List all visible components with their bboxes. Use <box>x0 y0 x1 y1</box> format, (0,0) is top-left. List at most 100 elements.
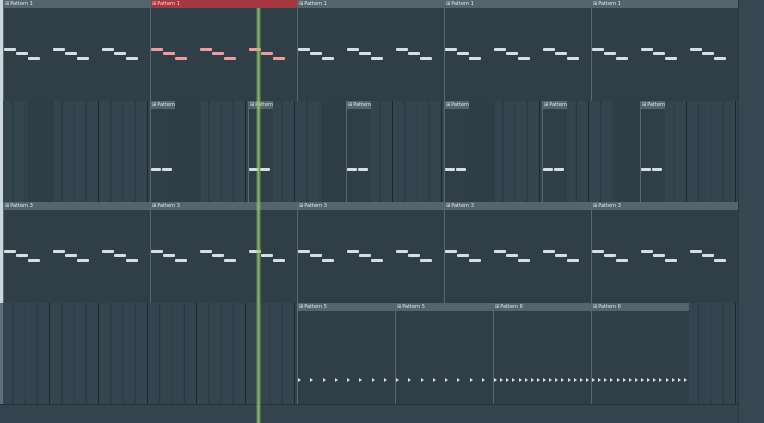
note <box>28 57 40 60</box>
clip-notes <box>396 311 493 404</box>
pattern-icon: ⊞ <box>5 203 10 209</box>
clip-title-bar[interactable]: ⊞Pattern 1 <box>151 0 297 8</box>
pattern-clip[interactable]: ⊞Pattern 2 <box>444 101 469 202</box>
step-marker <box>598 378 601 382</box>
note <box>592 48 604 51</box>
clip-title: Pattern 1 <box>598 1 621 7</box>
note <box>151 250 163 253</box>
clip-notes <box>445 109 469 202</box>
pattern-clip[interactable]: ⊞Pattern 6 <box>493 303 591 404</box>
clip-title-bar[interactable]: ⊞Pattern 5 <box>396 303 493 311</box>
pattern-clip[interactable]: ⊞Pattern 3 <box>297 202 444 303</box>
clip-title-bar[interactable]: ⊞Pattern 2 <box>249 101 273 109</box>
pattern-clip[interactable]: ⊞Pattern 5 <box>395 303 493 404</box>
pattern-icon: ⊞ <box>152 102 157 108</box>
note <box>298 250 310 253</box>
pattern-clip[interactable]: ⊞Pattern 1 <box>591 0 738 101</box>
step-marker <box>396 378 399 382</box>
clip-title-bar[interactable]: ⊞Pattern 2 <box>543 101 567 109</box>
pattern-clip[interactable]: ⊞Pattern 3 <box>150 202 297 303</box>
vertical-scrollbar[interactable] <box>738 0 764 423</box>
clip-title-bar[interactable]: ⊞Pattern 3 <box>298 202 444 210</box>
clip-title-bar[interactable]: ⊞Pattern 3 <box>4 202 150 210</box>
pattern-clip[interactable]: ⊞Pattern 5 <box>297 303 395 404</box>
clip-notes <box>543 109 567 202</box>
clip-title-bar[interactable]: ⊞Pattern 2 <box>641 101 665 109</box>
clip-notes <box>4 210 150 303</box>
clip-title-bar[interactable]: ⊞Pattern 3 <box>445 202 591 210</box>
clip-title-bar[interactable]: ⊞Pattern 1 <box>592 0 738 8</box>
step-marker <box>482 378 485 382</box>
pattern-clip[interactable]: ⊞Pattern 1 <box>150 0 297 101</box>
note <box>16 52 28 55</box>
note <box>358 168 368 171</box>
note <box>16 254 28 257</box>
pattern-clip[interactable]: ⊞Pattern 2 <box>346 101 371 202</box>
note <box>4 250 16 253</box>
note <box>114 254 126 257</box>
clip-title-bar[interactable]: ⊞Pattern 2 <box>347 101 371 109</box>
pattern-icon: ⊞ <box>152 1 157 7</box>
clip-title: Pattern 3 <box>451 203 474 209</box>
step-marker <box>372 378 375 382</box>
pattern-icon: ⊞ <box>250 102 255 108</box>
note <box>555 254 567 257</box>
pattern-icon: ⊞ <box>446 102 451 108</box>
playhead[interactable] <box>256 8 261 423</box>
step-marker <box>445 378 448 382</box>
clip-title-bar[interactable]: ⊞Pattern 5 <box>298 303 395 311</box>
note <box>162 168 172 171</box>
note <box>261 254 273 257</box>
clip-notes <box>298 210 444 303</box>
lane-strip <box>321 101 348 202</box>
note <box>396 48 408 51</box>
pattern-clip[interactable]: ⊞Pattern 1 <box>297 0 444 101</box>
note <box>690 48 702 51</box>
step-marker <box>347 378 350 382</box>
clip-title-bar[interactable]: ⊞Pattern 1 <box>298 0 444 8</box>
note <box>445 250 457 253</box>
pattern-clip[interactable]: ⊞Pattern 2 <box>150 101 175 202</box>
clip-title-bar[interactable]: ⊞Pattern 2 <box>151 101 175 109</box>
pattern-clip[interactable]: ⊞Pattern 3 <box>591 202 738 303</box>
pattern-clip[interactable]: ⊞Pattern 3 <box>3 202 150 303</box>
pattern-clip[interactable]: ⊞Pattern 2 <box>542 101 567 202</box>
pattern-clip[interactable]: ⊞Pattern 1 <box>444 0 591 101</box>
note <box>4 48 16 51</box>
step-marker <box>408 378 411 382</box>
pattern-clip[interactable]: ⊞Pattern 1 <box>3 0 150 101</box>
pattern-icon: ⊞ <box>299 203 304 209</box>
note <box>543 48 555 51</box>
note <box>310 254 322 257</box>
pattern-clip[interactable]: ⊞Pattern 2 <box>640 101 665 202</box>
clip-title-bar[interactable]: ⊞Pattern 2 <box>445 101 469 109</box>
step-marker <box>592 378 595 382</box>
note <box>102 250 114 253</box>
clip-title-bar[interactable]: ⊞Pattern 1 <box>4 0 150 8</box>
note <box>175 259 187 262</box>
pattern-icon: ⊞ <box>299 304 304 310</box>
clip-notes <box>445 8 591 101</box>
clip-title: Pattern 2 <box>647 102 665 108</box>
clip-title-bar[interactable]: ⊞Pattern 3 <box>592 202 738 210</box>
step-marker <box>555 378 558 382</box>
step-marker <box>421 378 424 382</box>
step-marker <box>647 378 650 382</box>
note <box>604 254 616 257</box>
step-marker <box>549 378 552 382</box>
note <box>396 250 408 253</box>
note <box>445 48 457 51</box>
pattern-clip[interactable]: ⊞Pattern 3 <box>444 202 591 303</box>
pattern-clip[interactable]: ⊞Pattern 6 <box>591 303 689 404</box>
clip-notes <box>445 210 591 303</box>
note <box>445 168 455 171</box>
step-marker <box>653 378 656 382</box>
pattern-icon: ⊞ <box>446 1 451 7</box>
clip-title-bar[interactable]: ⊞Pattern 6 <box>592 303 689 311</box>
pattern-icon: ⊞ <box>593 1 598 7</box>
clip-title-bar[interactable]: ⊞Pattern 6 <box>494 303 591 311</box>
note <box>200 250 212 253</box>
clip-title-bar[interactable]: ⊞Pattern 1 <box>445 0 591 8</box>
step-marker <box>525 378 528 382</box>
clip-title-bar[interactable]: ⊞Pattern 3 <box>151 202 297 210</box>
